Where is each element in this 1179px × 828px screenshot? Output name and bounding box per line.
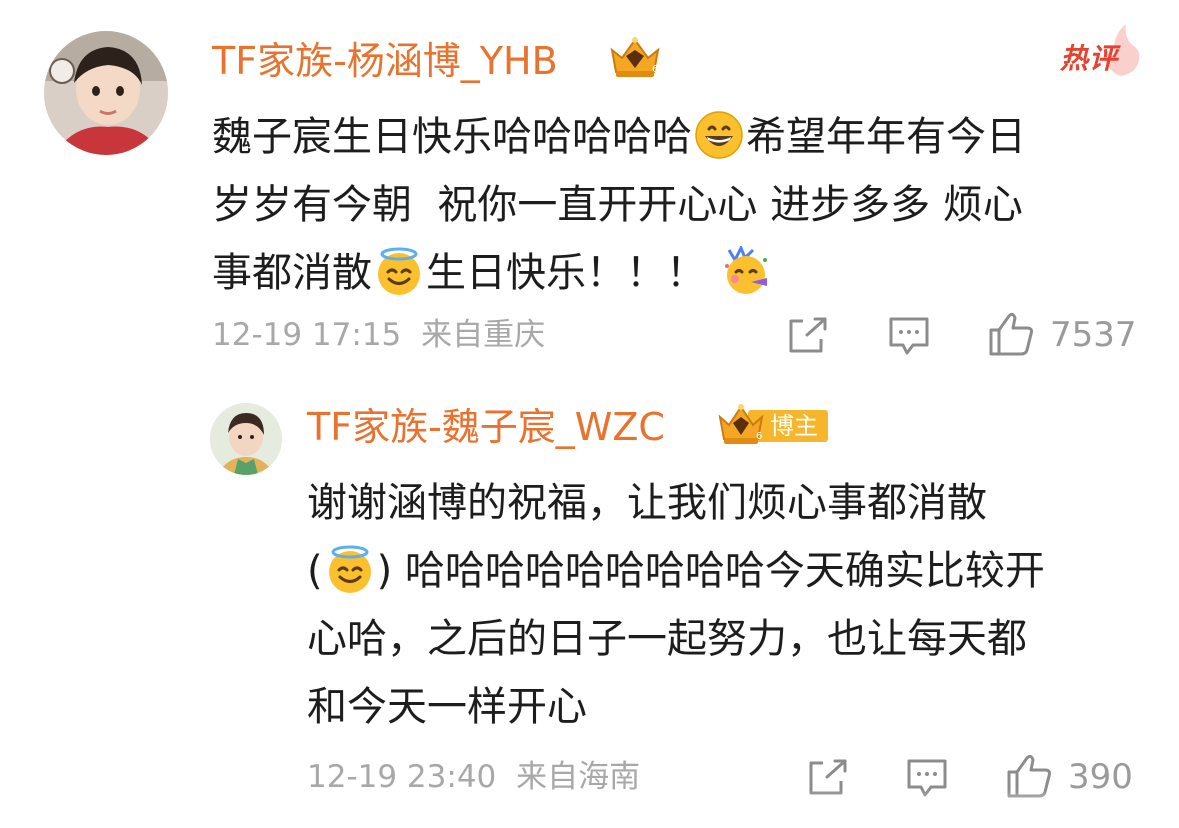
comment-text-line: 生日快乐！！！ (426, 250, 719, 296)
comment-text-line: 事都消散 (212, 250, 372, 296)
svg-text:6: 6 (756, 431, 762, 442)
like-count: 7537 (1050, 315, 1137, 355)
halo-emoji (325, 544, 375, 594)
timestamp: 12-19 17:15 (212, 317, 402, 353)
party-emoji (721, 246, 771, 296)
location: 来自重庆 (421, 317, 546, 353)
username[interactable]: TF家族-杨涵博_YHB (212, 39, 558, 83)
avatar[interactable] (44, 31, 168, 155)
username[interactable]: TF家族-魏子宸_WZC (307, 405, 665, 449)
reply-text-line: ( (307, 548, 323, 594)
comment-text-line: 希望年年有今日 (746, 114, 1026, 160)
svg-text:6: 6 (652, 64, 658, 75)
halo-emoji (374, 246, 424, 296)
crown-badge-icon: 6 (716, 403, 766, 447)
reply-text-line: 心哈，之后的日子一起努力，也让每天都 (307, 616, 1027, 662)
reply-text-line: 谢谢涵博的祝福，让我们烦心事都消散 (307, 480, 987, 526)
like-icon[interactable] (987, 310, 1035, 358)
comment-icon[interactable] (887, 315, 931, 357)
bottom-fade (0, 790, 1179, 828)
comment-text-line: 魏子宸生日快乐哈哈哈哈哈 (212, 114, 692, 160)
avatar[interactable] (210, 403, 282, 475)
reply-text-line: 和今天一样开心 (307, 684, 587, 730)
comment-text-line: 岁岁有今朝 祝你一直开开心心 进步多多 烦心 (212, 182, 1023, 228)
grin-emoji (694, 110, 744, 160)
reply-text-line: ) 哈哈哈哈哈哈哈哈哈今天确实比较开 (376, 548, 1045, 594)
crown-badge-icon: 6 (608, 36, 662, 80)
share-icon[interactable] (785, 315, 829, 355)
comment-meta: 12-19 17:15 来自重庆 (212, 317, 545, 353)
hot-badge: 热评 (1060, 42, 1119, 75)
